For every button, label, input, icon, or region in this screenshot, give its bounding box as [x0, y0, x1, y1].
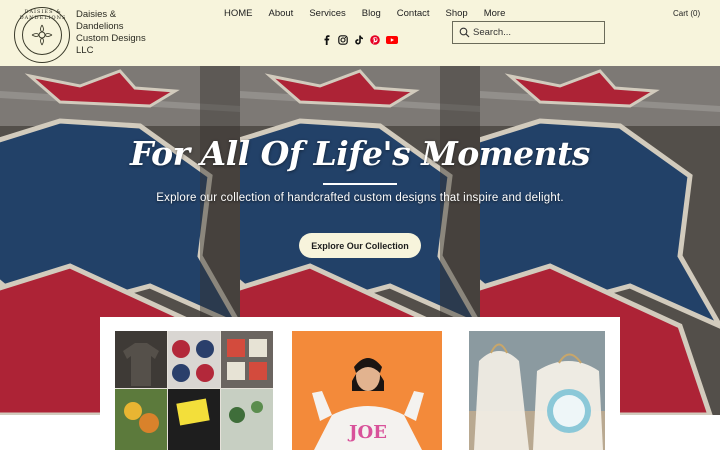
explore-collection-button[interactable]: Explore Our Collection — [299, 233, 421, 258]
soap-product-card[interactable] — [469, 331, 605, 450]
product-collage-image — [115, 331, 273, 450]
instagram-icon[interactable] — [338, 35, 348, 45]
nav-shop[interactable]: Shop — [438, 8, 476, 20]
brand-line: Dandelions — [76, 21, 124, 32]
nav-blog[interactable]: Blog — [354, 8, 389, 20]
nav-contact[interactable]: Contact — [389, 8, 438, 20]
pinterest-icon[interactable] — [370, 35, 380, 45]
nav-home[interactable]: HOME — [216, 8, 261, 20]
gift-soap-image — [469, 331, 605, 450]
model-tshirt-image: JOE — [292, 331, 442, 450]
featured-products: JOE — [100, 317, 620, 450]
search-box[interactable] — [452, 21, 605, 44]
site-header: DAISIES & DANDELIONS Daisies & Dandelion… — [0, 0, 720, 66]
main-nav: HOME About Services Blog Contact Shop Mo… — [216, 8, 513, 20]
tshirt-product-card[interactable]: JOE — [292, 331, 442, 450]
search-icon[interactable] — [459, 27, 470, 38]
product-collage-card[interactable] — [115, 331, 273, 450]
nav-about[interactable]: About — [261, 8, 302, 20]
brand-name[interactable]: Daisies & Dandelions Custom Designs LLC — [76, 9, 156, 57]
shirt-print-text: JOE — [347, 422, 387, 443]
search-input[interactable] — [473, 25, 601, 40]
hero-title: For All Of Life's Moments — [130, 134, 590, 173]
brand-line: Custom Designs — [76, 33, 146, 44]
cart-link[interactable]: Cart (0) — [673, 9, 700, 18]
logo-text: DAISIES & DANDELIONS — [19, 9, 67, 21]
logo[interactable]: DAISIES & DANDELIONS — [14, 7, 70, 63]
flower-icon — [31, 24, 53, 46]
youtube-icon[interactable] — [386, 35, 398, 45]
facebook-icon[interactable] — [322, 35, 332, 45]
tiktok-icon[interactable] — [354, 35, 364, 45]
hero-subtitle: Explore our collection of handcrafted cu… — [156, 192, 564, 204]
brand-line: LLC — [76, 45, 94, 56]
nav-services[interactable]: Services — [301, 8, 353, 20]
logo-emblem — [22, 15, 62, 55]
hero-divider — [323, 183, 397, 185]
nav-more[interactable]: More — [476, 8, 514, 20]
brand-line: Daisies & — [76, 9, 117, 20]
social-bar — [322, 35, 398, 45]
